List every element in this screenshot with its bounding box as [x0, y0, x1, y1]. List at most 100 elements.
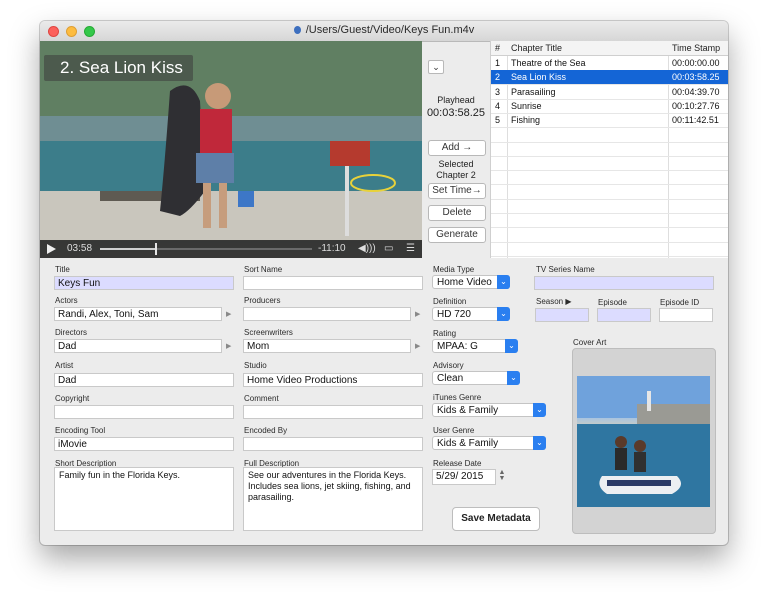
chapters-menu-icon[interactable]: ☰ — [406, 243, 415, 254]
scrubber-fill — [100, 248, 156, 250]
sort-name-field[interactable] — [243, 276, 423, 290]
cover-art-picture — [577, 376, 710, 507]
encoding-tool-label: Encoding Tool — [55, 426, 106, 435]
header-time-stamp[interactable]: Time Stamp — [672, 43, 720, 53]
document-icon — [293, 26, 301, 34]
directors-field[interactable]: Dad — [54, 339, 222, 353]
actors-label: Actors — [55, 296, 78, 305]
header-chapter-title[interactable]: Chapter Title — [511, 43, 562, 53]
short-description-field[interactable]: Family fun in the Florida Keys. — [54, 467, 234, 531]
window-title: /Users/Guest/Video/Keys Fun.m4v — [305, 24, 475, 36]
screenwriters-label: Screenwriters — [244, 328, 293, 337]
media-type-popup[interactable]: Home Video ⌄ — [432, 275, 510, 289]
playhead-label: Playhead — [437, 95, 475, 105]
airplay-icon[interactable]: ▭ — [384, 243, 393, 254]
chapter-title: Sunrise — [511, 100, 542, 111]
itunes-genre-value: Kids & Family — [437, 405, 499, 416]
chapter-number: 1 — [495, 58, 501, 68]
full-description-field[interactable]: See our adventures in the Florida Keys. … — [243, 467, 423, 531]
table-row[interactable]: 2 Sea Lion Kiss 00:03:58.25 — [491, 70, 728, 86]
screenwriters-field[interactable]: Mom — [243, 339, 411, 353]
chapter-timestamp: 00:04:39.70 — [672, 86, 720, 97]
release-date-field[interactable]: 5/29/ 2015 — [432, 469, 496, 485]
season-label[interactable]: Season ▶ — [536, 297, 572, 306]
chevron-down-icon[interactable]: ⌄ — [428, 60, 444, 74]
elapsed-time: 03:58 — [67, 243, 93, 254]
title-field[interactable]: Keys Fun — [54, 276, 234, 290]
copyright-field[interactable] — [54, 405, 234, 419]
delete-button[interactable]: Delete — [428, 205, 486, 221]
add-button[interactable]: Add → — [428, 140, 486, 156]
artist-label: Artist — [55, 361, 74, 370]
window-title-wrap: /Users/Guest/Video/Keys Fun.m4v — [40, 24, 728, 36]
cover-art-image — [577, 376, 710, 507]
rating-label: Rating — [433, 329, 457, 338]
user-genre-value: Kids & Family — [437, 438, 499, 449]
app-window: /Users/Guest/Video/Keys Fun.m4v 2. Sea L… — [40, 21, 728, 545]
video-player[interactable]: 2. Sea Lion Kiss 03:58 -11:10 ◀))) ▭ ☰ — [40, 41, 422, 258]
definition-popup[interactable]: HD 720 ⌄ — [432, 307, 510, 321]
comment-field[interactable] — [243, 405, 423, 419]
chevron-down-icon: ⌄ — [533, 436, 546, 450]
volume-icon[interactable]: ◀))) — [358, 243, 376, 254]
cover-art-well[interactable] — [572, 348, 716, 534]
season-field[interactable] — [535, 308, 589, 322]
producers-label: Producers — [244, 296, 281, 305]
table-row[interactable] — [491, 170, 728, 186]
set-time-button[interactable]: Set Time→ — [428, 183, 486, 199]
table-row[interactable] — [491, 142, 728, 157]
header-num[interactable]: # — [495, 43, 500, 53]
table-row[interactable] — [491, 213, 728, 229]
table-row[interactable]: 3 Parasailing 00:04:39.70 — [491, 85, 728, 100]
media-type-label: Media Type — [433, 265, 475, 274]
sort-name-label: Sort Name — [244, 265, 283, 274]
producers-field[interactable] — [243, 307, 411, 321]
table-row[interactable]: 1 Theatre of the Sea 00:00:00.00 — [491, 56, 728, 71]
encoding-tool-field[interactable]: iMovie — [54, 437, 234, 451]
directors-label: Directors — [55, 328, 88, 337]
copyright-label: Copyright — [55, 394, 90, 403]
selected-value: Chapter 2 — [436, 170, 476, 180]
save-metadata-button[interactable]: Save Metadata — [452, 507, 540, 531]
artist-field[interactable]: Dad — [54, 373, 234, 387]
chapter-table[interactable]: # Chapter Title Time Stamp 1 Theatre of t… — [490, 41, 728, 258]
table-row[interactable] — [491, 185, 728, 200]
expand-arrow-icon[interactable]: ▶ — [226, 342, 231, 350]
play-icon[interactable] — [47, 244, 56, 254]
table-row[interactable]: 4 Sunrise 00:10:27.76 — [491, 99, 728, 114]
expand-arrow-icon[interactable]: ▶ — [226, 310, 231, 318]
table-row[interactable] — [491, 228, 728, 243]
tv-series-field[interactable] — [534, 276, 714, 290]
advisory-popup[interactable]: Clean ⌄ — [432, 371, 520, 385]
user-genre-popup[interactable]: Kids & Family ⌄ — [432, 436, 546, 450]
remaining-time: -11:10 — [318, 243, 346, 254]
chapter-number: 3 — [495, 86, 501, 97]
table-row[interactable] — [491, 156, 728, 172]
date-stepper[interactable]: ▲ ▼ — [498, 469, 506, 484]
generate-button[interactable]: Generate — [428, 227, 486, 243]
chapter-timestamp: 00:03:58.25 — [672, 72, 720, 83]
chapter-timestamp: 00:10:27.76 — [672, 100, 720, 111]
itunes-genre-popup[interactable]: Kids & Family ⌄ — [432, 403, 546, 417]
table-row[interactable] — [491, 199, 728, 214]
studio-field[interactable]: Home Video Productions — [243, 373, 423, 387]
chapter-number: 4 — [495, 100, 501, 111]
chapter-number: 2 — [495, 72, 501, 83]
episode-id-label: Episode ID — [660, 298, 700, 307]
scrubber-knob[interactable] — [155, 243, 158, 255]
episode-field[interactable] — [597, 308, 651, 322]
chapter-controls: ⌄ Playhead 00:03:58.25 Add → Selected Ch… — [422, 41, 490, 258]
episode-id-field[interactable] — [659, 308, 713, 322]
expand-arrow-icon[interactable]: ▶ — [415, 342, 420, 350]
table-row[interactable] — [491, 242, 728, 257]
table-row[interactable]: 5 Fishing 00:11:42.51 — [491, 113, 728, 129]
expand-arrow-icon[interactable]: ▶ — [415, 310, 420, 318]
table-row[interactable] — [491, 128, 728, 143]
chevron-down-icon: ⌄ — [533, 403, 546, 417]
title-label: Title — [55, 265, 70, 274]
encoded-by-field[interactable] — [243, 437, 423, 451]
video-control-bar: 03:58 -11:10 ◀))) ▭ ☰ — [40, 240, 422, 258]
actors-field[interactable]: Randi, Alex, Toni, Sam — [54, 307, 222, 321]
scrubber[interactable] — [100, 243, 312, 255]
rating-popup[interactable]: MPAA: G ⌄ — [432, 339, 518, 353]
